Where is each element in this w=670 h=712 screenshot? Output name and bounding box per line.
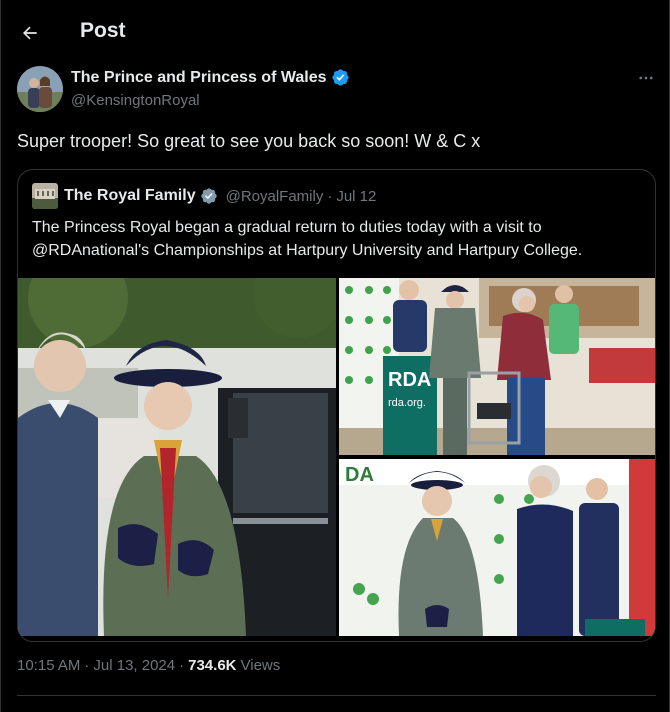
post-page: Post The Prince and Princess of Wales @K… <box>0 0 670 712</box>
views-label: Views <box>240 657 281 674</box>
photo-rda-meeting-image: RDA rda.org. <box>339 278 655 455</box>
quote-text: The Princess Royal began a gradual retur… <box>32 219 583 259</box>
photo-rda-conversation[interactable]: DA <box>339 459 655 636</box>
arrow-left-icon <box>23 26 37 40</box>
rda-banner-text: RDA <box>388 369 431 391</box>
quote-author-name: The Royal Family <box>64 187 196 204</box>
quote-media-grid: RDA rda.org. DA <box>18 278 655 641</box>
rda-banner-text-2: DA <box>345 464 374 486</box>
post-metadata: 10:15 AM · Jul 13, 2024 · 734.6K Views <box>17 657 280 674</box>
quote-header: The Royal Family @RoyalFamily · Jul 12 <box>64 187 376 205</box>
quoted-post[interactable]: The Royal Family @RoyalFamily · Jul 12 T… <box>17 169 656 642</box>
author-handle[interactable]: @KensingtonRoyal <box>71 92 200 109</box>
quote-handle: @RoyalFamily <box>225 187 324 205</box>
verified-badge-gray-icon <box>200 188 217 204</box>
views-count: 734.6K <box>188 657 237 674</box>
quote-separator: · <box>327 187 333 205</box>
post-time[interactable]: 10:15 AM <box>17 657 80 674</box>
avatar-photo <box>17 66 63 112</box>
author-avatar[interactable] <box>17 66 63 112</box>
photo-princess-arrival[interactable] <box>18 278 336 636</box>
page-title: Post <box>80 19 126 42</box>
royal-family-avatar-photo <box>32 183 58 209</box>
rda-banner-url: rda.org. <box>388 397 426 409</box>
verified-badge-icon <box>331 69 349 86</box>
more-options-button[interactable] <box>631 66 661 90</box>
divider <box>17 695 656 696</box>
back-button[interactable] <box>13 16 47 50</box>
author-name[interactable]: The Prince and Princess of Wales <box>71 68 350 87</box>
tweet-text: Super trooper! So great to see you back … <box>17 131 481 151</box>
top-bar: Post <box>1 0 670 64</box>
photo-rda-conversation-image: DA <box>339 459 655 636</box>
photo-rda-meeting[interactable]: RDA rda.org. <box>339 278 655 455</box>
meta-separator: · <box>84 657 90 674</box>
quote-date: Jul 12 <box>336 187 377 205</box>
author-name-text: The Prince and Princess of Wales <box>71 68 327 86</box>
meta-separator-2: · <box>179 657 185 674</box>
photo-princess-arrival-image <box>18 278 336 636</box>
post-date[interactable]: Jul 13, 2024 <box>93 657 175 674</box>
more-horizontal-icon <box>639 76 653 80</box>
quote-avatar <box>32 183 58 209</box>
